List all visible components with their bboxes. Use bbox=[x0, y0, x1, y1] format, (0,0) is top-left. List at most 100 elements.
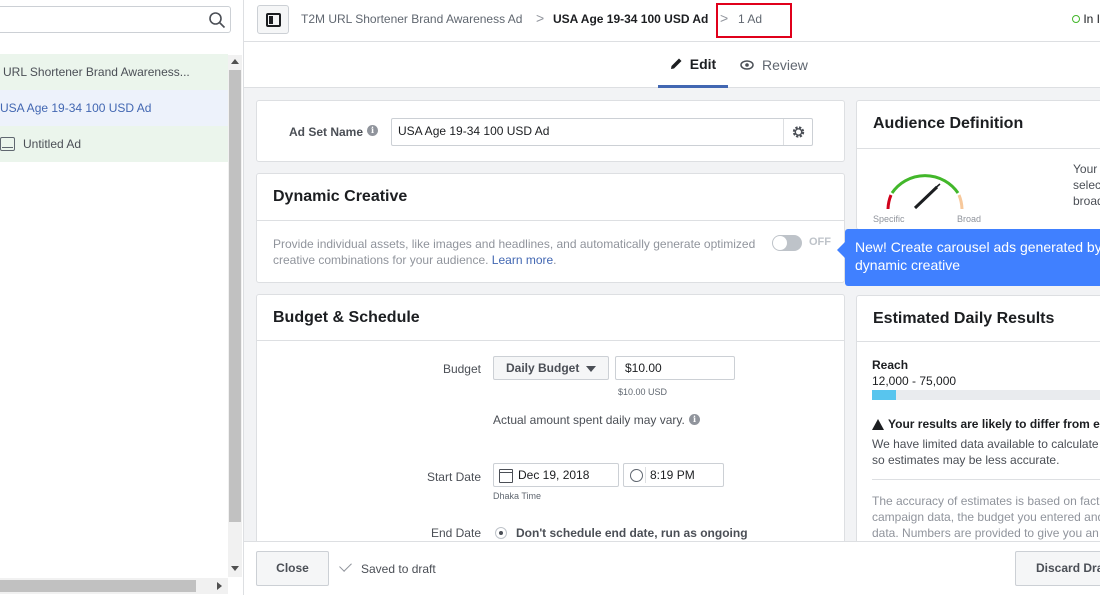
card-title: Budget & Schedule bbox=[273, 309, 420, 326]
panel-toggle-button[interactable] bbox=[257, 5, 289, 34]
budget-amount-input[interactable]: $10.00 bbox=[615, 356, 735, 380]
clock-icon bbox=[630, 469, 643, 482]
campaign-tree: URL Shortener Brand Awareness... USA Age… bbox=[0, 54, 228, 162]
start-date-value: Dec 19, 2018 bbox=[518, 468, 590, 482]
tree-item-label: USA Age 19-34 100 USD Ad bbox=[0, 101, 152, 115]
scrollbar-thumb[interactable] bbox=[0, 580, 196, 592]
scrollbar-thumb[interactable] bbox=[229, 70, 241, 522]
tab-label: Edit bbox=[689, 55, 717, 72]
tab-review[interactable]: Review bbox=[740, 42, 808, 88]
eye-icon bbox=[740, 60, 754, 70]
breadcrumb-campaign[interactable]: T2M URL Shortener Brand Awareness Ad bbox=[301, 12, 522, 26]
tab-bar: Edit Review bbox=[244, 42, 1100, 88]
timezone-label: Dhaka Time bbox=[493, 491, 542, 501]
info-icon[interactable]: i bbox=[367, 125, 378, 136]
estimated-results-card: Estimated Daily Results Reach 12,000 - 7… bbox=[856, 295, 1100, 541]
ad-icon bbox=[0, 137, 15, 151]
learn-more-link[interactable]: Learn more bbox=[492, 253, 553, 267]
audience-definition-card: Audience Definition Specific Broad Your … bbox=[856, 100, 1100, 230]
gear-icon bbox=[792, 126, 805, 138]
search-icon[interactable] bbox=[208, 11, 226, 29]
accuracy-text: The accuracy of estimates is based on fa… bbox=[872, 494, 1100, 540]
budget-schedule-card: Budget & Schedule Budget Daily Budget $1… bbox=[256, 294, 845, 541]
calendar-icon bbox=[499, 469, 513, 483]
divider bbox=[857, 341, 1100, 342]
tab-edit[interactable]: Edit bbox=[658, 42, 728, 88]
gauge-specific-label: Specific bbox=[873, 214, 905, 224]
audience-description: Your selec broad bbox=[1073, 162, 1100, 208]
search-input[interactable] bbox=[0, 6, 231, 33]
reach-value: 12,000 - 75,000 bbox=[872, 374, 957, 388]
highlight-box bbox=[716, 3, 792, 38]
budget-type-dropdown[interactable]: Daily Budget bbox=[493, 356, 609, 380]
warning-title: Your results are likely to differ from e bbox=[888, 417, 1100, 431]
end-date-radio[interactable] bbox=[495, 527, 507, 539]
adset-name-value: USA Age 19-34 100 USD Ad bbox=[398, 124, 550, 138]
reach-bar bbox=[872, 390, 1100, 400]
horizontal-scrollbar[interactable] bbox=[0, 578, 228, 594]
scroll-down-icon[interactable] bbox=[231, 566, 239, 571]
reach-label: Reach bbox=[872, 358, 909, 372]
start-time-input[interactable]: 8:19 PM bbox=[623, 463, 724, 487]
tree-item-adset[interactable]: USA Age 19-34 100 USD Ad bbox=[0, 90, 228, 126]
start-date-input[interactable]: Dec 19, 2018 bbox=[493, 463, 619, 487]
window-edge bbox=[0, 595, 1100, 599]
sidebar: URL Shortener Brand Awareness... USA Age… bbox=[0, 0, 244, 599]
toggle-label: OFF bbox=[809, 236, 831, 248]
vertical-scrollbar[interactable] bbox=[228, 55, 242, 577]
warning-icon bbox=[872, 419, 884, 430]
caret-down-icon bbox=[586, 366, 596, 372]
divider bbox=[257, 340, 844, 341]
header: T2M URL Shortener Brand Awareness Ad > U… bbox=[244, 0, 1100, 42]
end-date-label: End Date bbox=[430, 526, 481, 540]
budget-label: Budget bbox=[442, 362, 481, 376]
status-dot-icon bbox=[1072, 15, 1081, 23]
footer: Close Saved to draft Discard Dra bbox=[244, 541, 1100, 595]
divider bbox=[257, 220, 844, 221]
info-icon[interactable]: i bbox=[689, 414, 700, 425]
divider bbox=[872, 479, 1100, 480]
actual-amount-note: Actual amount spent daily may vary. bbox=[493, 413, 685, 427]
breadcrumb-adset[interactable]: USA Age 19-34 100 USD Ad bbox=[553, 12, 708, 26]
saved-status: Saved to draft bbox=[361, 562, 436, 576]
budget-amount-value: $10.00 bbox=[625, 361, 662, 375]
scroll-up-icon[interactable] bbox=[231, 59, 239, 64]
adset-name-card: Ad Set Name i USA Age 19-34 100 USD Ad bbox=[256, 100, 845, 162]
status-text: In I bbox=[1083, 12, 1100, 26]
status-indicator: In I bbox=[1072, 12, 1100, 26]
tree-item-campaign[interactable]: URL Shortener Brand Awareness... bbox=[0, 54, 228, 90]
tree-item-label: Untitled Ad bbox=[23, 137, 82, 151]
tooltip-text: New! Create carousel ads generated by dy… bbox=[855, 239, 1100, 273]
gauge-broad-label: Broad bbox=[957, 214, 982, 224]
tree-item-label: URL Shortener Brand Awareness... bbox=[3, 65, 190, 79]
tab-label: Review bbox=[762, 57, 808, 73]
dynamic-creative-toggle[interactable] bbox=[772, 235, 802, 251]
card-title: Dynamic Creative bbox=[273, 188, 408, 205]
description-period: . bbox=[553, 253, 557, 267]
gear-button[interactable] bbox=[783, 119, 812, 145]
start-time-value: 8:19 PM bbox=[650, 468, 695, 482]
start-date-label: Start Date bbox=[426, 470, 481, 484]
warning-text: We have limited data available to calcul… bbox=[872, 437, 1099, 467]
breadcrumb-separator-icon: > bbox=[536, 10, 545, 26]
pencil-icon bbox=[670, 58, 682, 69]
divider bbox=[645, 467, 646, 483]
end-date-option-label[interactable]: Don't schedule end date, run as ongoing bbox=[516, 526, 748, 540]
card-title: Estimated Daily Results bbox=[873, 310, 1055, 327]
scroll-right-icon[interactable] bbox=[217, 582, 222, 590]
budget-currency-note: $10.00 USD bbox=[618, 387, 668, 397]
dynamic-creative-description: Provide individual assets, like images a… bbox=[273, 236, 768, 268]
adset-name-input[interactable]: USA Age 19-34 100 USD Ad bbox=[391, 118, 813, 146]
reach-bar-fill bbox=[872, 390, 896, 400]
card-title: Audience Definition bbox=[873, 115, 1024, 132]
close-button[interactable]: Close bbox=[256, 551, 329, 586]
audience-gauge bbox=[886, 174, 964, 210]
main-content: Ad Set Name i USA Age 19-34 100 USD Ad D… bbox=[244, 88, 1100, 541]
check-icon bbox=[339, 559, 352, 572]
adset-name-label: Ad Set Name bbox=[289, 125, 364, 139]
budget-type-value: Daily Budget bbox=[506, 361, 580, 375]
discard-draft-button[interactable]: Discard Dra bbox=[1015, 551, 1100, 586]
tree-item-ad[interactable]: Untitled Ad bbox=[0, 126, 228, 162]
carousel-tooltip[interactable]: New! Create carousel ads generated by dy… bbox=[837, 229, 1100, 286]
divider bbox=[857, 148, 1100, 149]
